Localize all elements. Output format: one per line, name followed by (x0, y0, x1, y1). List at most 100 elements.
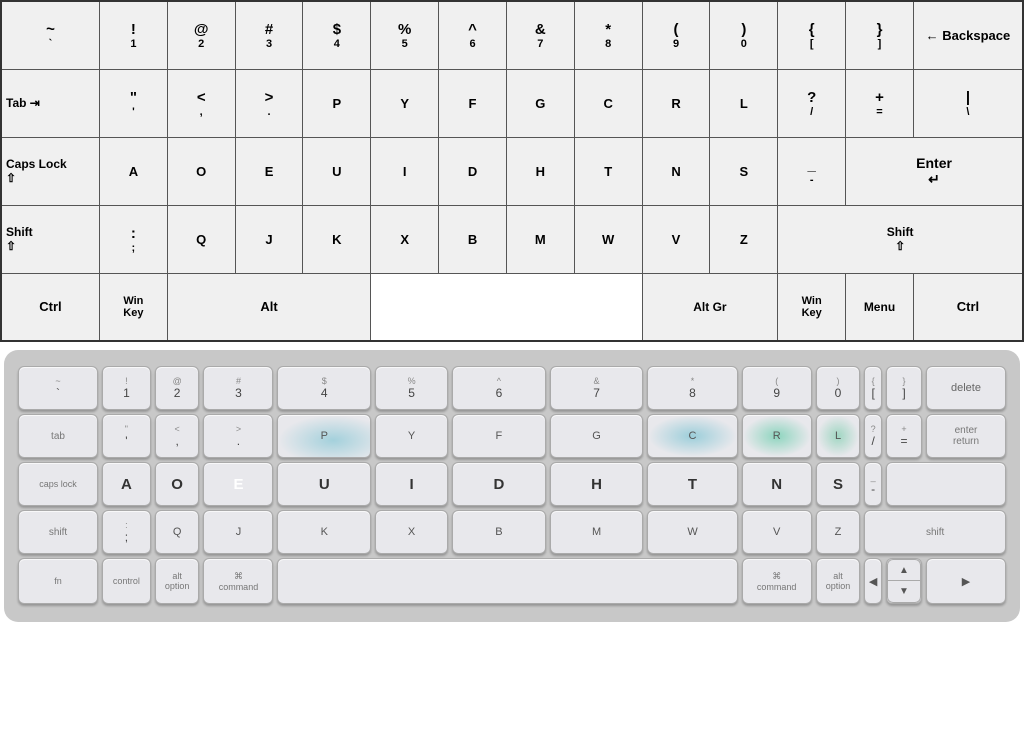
mac-key-3: #3 (203, 366, 273, 410)
mac-key-i: I (375, 462, 448, 506)
mac-key-z: Z (816, 510, 861, 554)
mac-key-y: Y (375, 414, 448, 458)
mac-key-delete: delete (926, 366, 1006, 410)
mac-key-colon: :; (102, 510, 151, 554)
mac-key-e: E (203, 462, 273, 506)
key-h: H (506, 137, 574, 205)
mac-key-gt: >. (203, 414, 273, 458)
key-lbracket: {[ (778, 1, 846, 69)
mac-key-space (277, 558, 737, 604)
key-b: B (439, 205, 507, 273)
mac-key-a: A (102, 462, 151, 506)
key-o: O (167, 137, 235, 205)
key-8: *8 (574, 1, 642, 69)
key-q: Q (167, 205, 235, 273)
key-rbracket: }] (846, 1, 914, 69)
key-a: A (99, 137, 167, 205)
key-backspace: ← Backspace (913, 1, 1023, 69)
key-u: U (303, 137, 371, 205)
mac-num-row: ~` !1 @2 #3 $4 %5 ^6 &7 *8 (9 )0 {[ }] d… (18, 366, 1006, 410)
mac-key-5: %5 (375, 366, 448, 410)
key-5: %5 (371, 1, 439, 69)
mac-keyboard-heatmap: ~` !1 @2 #3 $4 %5 ^6 &7 *8 (9 )0 {[ }] d… (4, 350, 1020, 622)
mac-tab-row: tab "' <, >. P Y F G C R L ?/ += enterre… (18, 414, 1006, 458)
key-winkey-left: WinKey (99, 273, 167, 341)
key-g: G (506, 69, 574, 137)
mac-key-option-right: altoption (816, 558, 861, 604)
mac-key-control: control (102, 558, 151, 604)
mac-key-shift-left: shift (18, 510, 98, 554)
key-v: V (642, 205, 710, 273)
mac-key-b: B (452, 510, 546, 554)
bottom-row: Ctrl WinKey Alt Alt Gr WinKey Menu Ctrl (1, 273, 1023, 341)
mac-key-6: ^6 (452, 366, 546, 410)
key-pipe: |\ (913, 69, 1023, 137)
key-6: ^6 (439, 1, 507, 69)
mac-keyboard-table: ~` !1 @2 #3 $4 %5 ^6 &7 *8 (9 )0 {[ }] d… (14, 362, 1010, 608)
caps-row: Caps Lock⇧ A O E U I D H T N S _- Enter↵ (1, 137, 1023, 205)
key-w: W (574, 205, 642, 273)
mac-key-4: $4 (277, 366, 371, 410)
key-ctrl-right: Ctrl (913, 273, 1023, 341)
mac-key-d: D (452, 462, 546, 506)
key-2: @2 (167, 1, 235, 69)
key-f: F (439, 69, 507, 137)
mac-key-o: O (155, 462, 200, 506)
number-row: ~` !1 @2 #3 $4 %5 ^6 &7 *8 (9 )0 {[ }] ←… (1, 1, 1023, 69)
key-l: L (710, 69, 778, 137)
mac-key-p: P (277, 414, 371, 458)
key-j: J (235, 205, 303, 273)
mac-key-quote: "' (102, 414, 151, 458)
key-7: &7 (506, 1, 574, 69)
key-alt-left: Alt (167, 273, 370, 341)
key-d: D (439, 137, 507, 205)
mac-key-dash: _- (864, 462, 882, 506)
key-capslock: Caps Lock⇧ (1, 137, 99, 205)
mac-key-j: J (203, 510, 273, 554)
key-t: T (574, 137, 642, 205)
mac-home-row: caps lock A O E U I D H T N S _- (18, 462, 1006, 506)
mac-key-1: !1 (102, 366, 151, 410)
mac-key-m: M (550, 510, 644, 554)
mac-key-option-left: altoption (155, 558, 200, 604)
key-y: Y (371, 69, 439, 137)
dvorak-keyboard-diagram: ~` !1 @2 #3 $4 %5 ^6 &7 *8 (9 )0 {[ }] ←… (0, 0, 1024, 342)
key-e: E (235, 137, 303, 205)
key-9: (9 (642, 1, 710, 69)
mac-key-7: &7 (550, 366, 644, 410)
key-i: I (371, 137, 439, 205)
mac-key-r: R (742, 414, 812, 458)
key-s: S (710, 137, 778, 205)
key-m: M (506, 205, 574, 273)
key-n: N (642, 137, 710, 205)
key-question: ?/ (778, 69, 846, 137)
key-shift-right: Shift⇧ (778, 205, 1023, 273)
mac-key-fn: fn (18, 558, 98, 604)
mac-key-capslock: caps lock (18, 462, 98, 506)
key-gt: >. (235, 69, 303, 137)
key-4: $4 (303, 1, 371, 69)
mac-key-h: H (550, 462, 644, 506)
key-menu: Menu (846, 273, 914, 341)
mac-key-n: N (742, 462, 812, 506)
mac-key-u: U (277, 462, 371, 506)
mac-key-g: G (550, 414, 644, 458)
mac-key-c: C (647, 414, 737, 458)
key-r: R (642, 69, 710, 137)
mac-key-shift-right: shift (864, 510, 1006, 554)
key-space (371, 273, 642, 341)
mac-key-arrows-updown: ▲ ▼ (886, 558, 922, 604)
mac-shift-row: shift :; Q J K X B M W V Z shift (18, 510, 1006, 554)
key-p: P (303, 69, 371, 137)
mac-key-8: *8 (647, 366, 737, 410)
key-ctrl-left: Ctrl (1, 273, 99, 341)
mac-key-rbrace: }] (886, 366, 922, 410)
key-1: !1 (99, 1, 167, 69)
key-altgr: Alt Gr (642, 273, 778, 341)
mac-bottom-row: fn control altoption ⌘command ⌘command a… (18, 558, 1006, 604)
key-c: C (574, 69, 642, 137)
mac-key-v: V (742, 510, 812, 554)
mac-key-f: F (452, 414, 546, 458)
shift-row: Shift⇧ :; Q J K X B M W V Z Shift⇧ (1, 205, 1023, 273)
mac-key-command-left: ⌘command (203, 558, 273, 604)
